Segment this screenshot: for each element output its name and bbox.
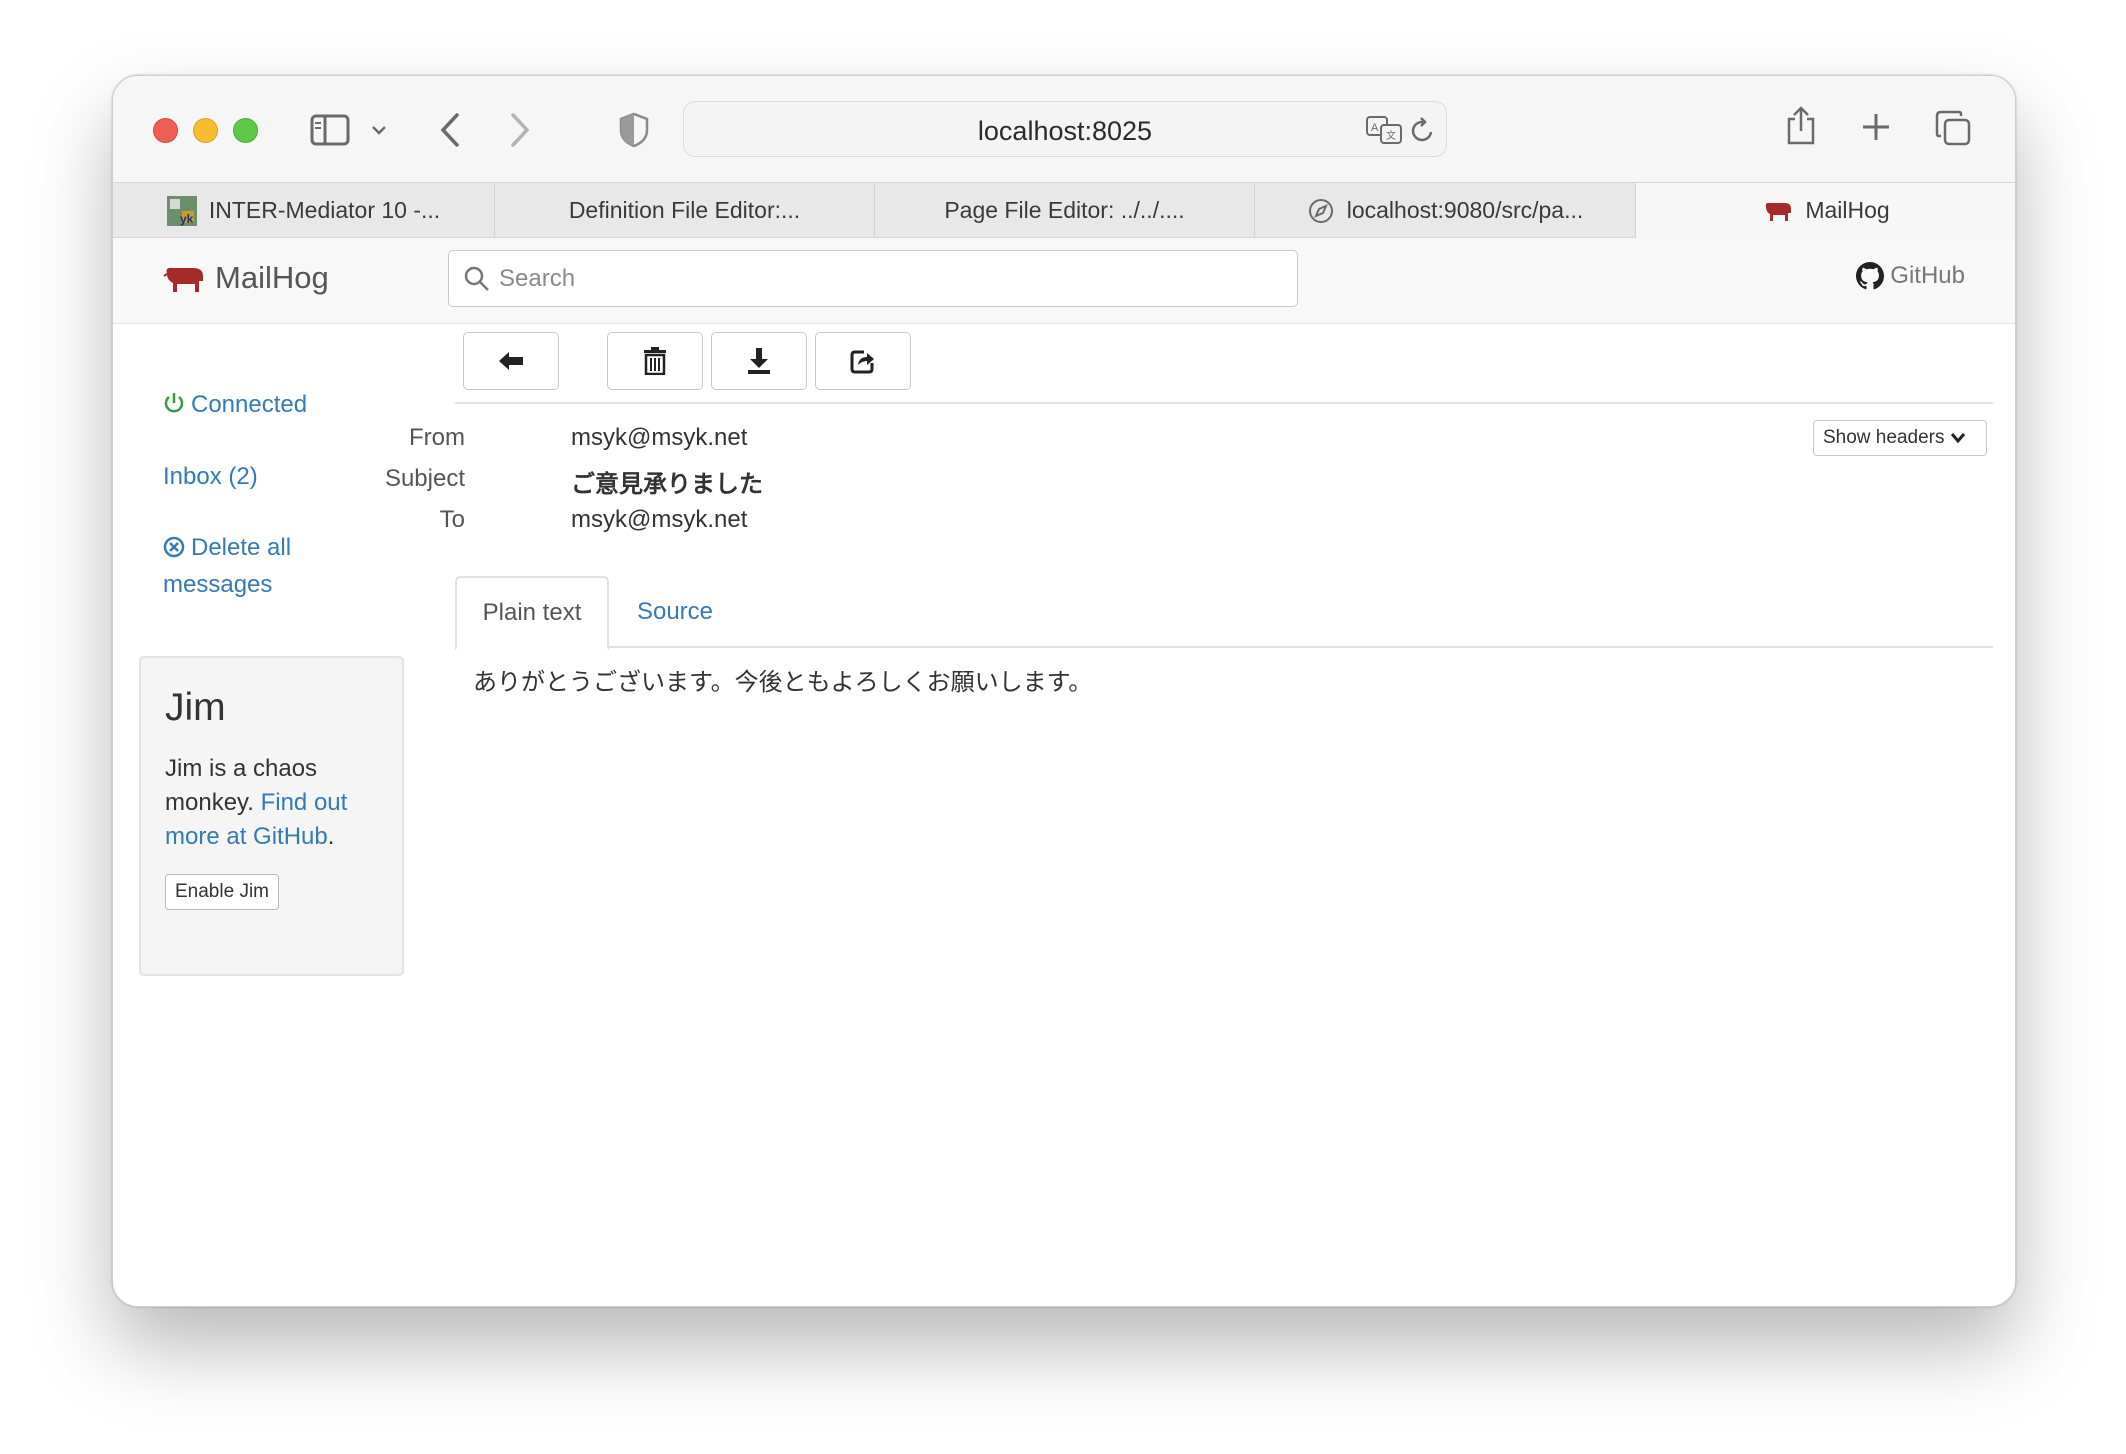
enable-jim-button[interactable]: Enable Jim: [165, 874, 279, 910]
new-tab-icon[interactable]: [1859, 110, 1893, 144]
search-icon: [464, 266, 490, 297]
tab-label: localhost:9080/src/pa...: [1346, 197, 1584, 223]
search-input[interactable]: [499, 261, 1279, 297]
share-icon[interactable]: [1783, 102, 1819, 150]
inbox-link[interactable]: Inbox (2): [163, 460, 258, 494]
content-tab-bar: Plain text Source: [455, 576, 1993, 650]
subject-value: ご意見承りました: [571, 470, 763, 498]
connection-status: Connected: [163, 388, 307, 425]
release-message-button[interactable]: [815, 332, 911, 390]
forward-icon[interactable]: [505, 108, 535, 152]
show-headers-label: Show headers: [1823, 427, 1945, 448]
mailhog-navbar: MailHog GitHub: [113, 238, 2015, 324]
power-icon: [163, 391, 185, 425]
github-label: GitHub: [1890, 262, 1965, 289]
browser-tab-localhost-9080[interactable]: localhost:9080/src/pa...: [1255, 183, 1636, 238]
trash-icon: [644, 347, 666, 375]
search-field[interactable]: [448, 250, 1298, 307]
svg-text:yk: yk: [180, 212, 194, 226]
tab-source[interactable]: Source: [615, 576, 735, 648]
delete-message-button[interactable]: [607, 332, 703, 390]
svg-text:文: 文: [1386, 129, 1396, 142]
github-link[interactable]: GitHub: [1856, 262, 1965, 290]
translate-icon[interactable]: A文: [1364, 114, 1404, 146]
svg-text:A: A: [1371, 122, 1379, 134]
delete-all-link[interactable]: Delete all messages: [163, 531, 363, 602]
mailhog-pig-icon: [163, 267, 203, 292]
jim-panel: Jim Jim is a chaos monkey. Find out more…: [139, 656, 404, 976]
tab-label: Page File Editor: ../../....: [944, 197, 1185, 223]
compass-icon: [1307, 197, 1335, 225]
browser-tab-mailhog[interactable]: MailHog: [1636, 183, 2015, 238]
back-to-inbox-button[interactable]: [463, 332, 559, 390]
browser-tab-inter-mediator[interactable]: yk INTER-Mediator 10 -...: [113, 183, 495, 238]
chevron-down-icon[interactable]: [367, 118, 391, 142]
back-icon[interactable]: [435, 108, 465, 152]
browser-toolbar: localhost:8025 A文: [113, 76, 2015, 182]
download-message-button[interactable]: [711, 332, 807, 390]
mailhog-brand[interactable]: MailHog: [163, 260, 329, 296]
privacy-shield-icon[interactable]: [617, 110, 651, 150]
share-square-icon: [850, 350, 874, 374]
zoom-window-button[interactable]: [233, 118, 258, 143]
message-body: ありがとうございます。今後ともよろしくお願いします。: [473, 668, 1093, 696]
tab-overview-icon[interactable]: [1933, 108, 1973, 148]
brand-label: MailHog: [215, 260, 329, 295]
tab-label: INTER-Mediator 10 -...: [208, 197, 441, 223]
jim-period: .: [327, 823, 335, 850]
remove-circle-icon: [163, 534, 185, 568]
from-label: From: [409, 424, 465, 451]
to-label: To: [439, 506, 465, 533]
address-bar[interactable]: localhost:8025 A文: [683, 101, 1447, 157]
subject-label: Subject: [384, 465, 465, 492]
download-icon: [748, 348, 770, 374]
minimize-window-button[interactable]: [193, 118, 218, 143]
jim-description: Jim is a chaos monkey. Find out more at …: [165, 752, 378, 854]
connected-label: Connected: [191, 391, 308, 418]
browser-tab-bar: yk INTER-Mediator 10 -... Definition Fil…: [113, 182, 2015, 238]
inter-mediator-favicon-icon: yk: [166, 195, 197, 226]
jim-title: Jim: [165, 686, 226, 729]
from-value: msyk@msyk.net: [571, 424, 748, 451]
to-value: msyk@msyk.net: [571, 506, 748, 533]
close-window-button[interactable]: [153, 118, 178, 143]
sidebar-toggle-icon[interactable]: [309, 110, 351, 150]
address-text: localhost:8025: [977, 116, 1153, 146]
tab-plain-text[interactable]: Plain text: [455, 576, 609, 650]
browser-tab-page-editor[interactable]: Page File Editor: ../../....: [875, 183, 1255, 238]
tab-label: MailHog: [1805, 197, 1890, 223]
browser-tab-definition-editor[interactable]: Definition File Editor:...: [495, 183, 875, 238]
reload-icon[interactable]: [1408, 114, 1438, 146]
toolbar-divider: [455, 402, 1993, 404]
github-icon: [1856, 262, 1885, 290]
tab-label: Definition File Editor:...: [568, 197, 801, 223]
show-headers-button[interactable]: Show headers: [1813, 420, 1987, 456]
arrow-left-icon: [499, 352, 523, 370]
browser-window: localhost:8025 A文 yk INTER-Mediator 10 -…: [112, 75, 2016, 1307]
chevron-down-icon: [1951, 433, 1966, 444]
mailhog-pig-icon: [1763, 199, 1793, 223]
